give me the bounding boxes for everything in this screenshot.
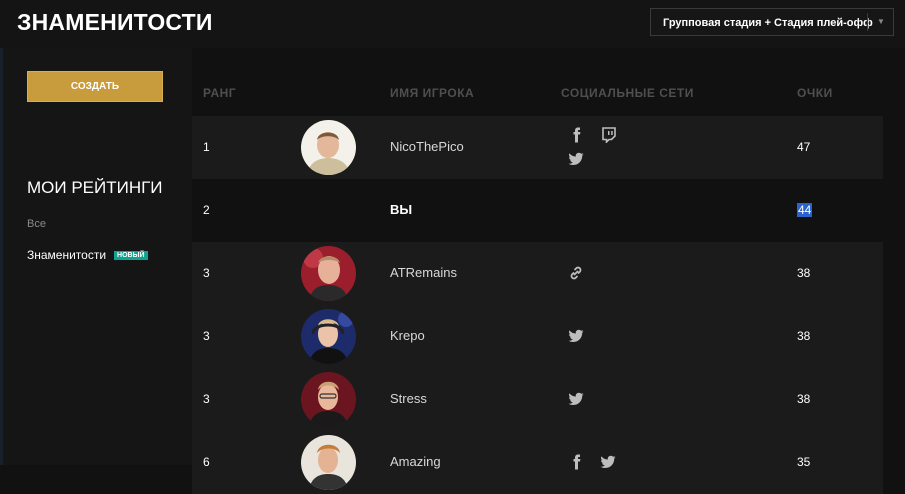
column-header-social: СОЦИАЛЬНЫЕ СЕТИ [561, 86, 694, 100]
avatar[interactable] [301, 435, 356, 490]
column-header-points[interactable]: ОЧКИ [797, 86, 833, 100]
table-row[interactable]: 1 NicoThePico 47 [192, 116, 883, 179]
filter-celebrities[interactable]: Знаменитости НОВЫЙ [27, 248, 148, 262]
points-cell: 38 [797, 392, 811, 406]
player-name[interactable]: Krepo [390, 328, 425, 343]
column-header-player[interactable]: ИМЯ ИГРОКА [390, 86, 474, 100]
twitter-icon[interactable] [568, 328, 584, 344]
table-row[interactable]: 3 Stress 38 [192, 368, 883, 431]
dropdown-divider [867, 13, 868, 31]
points-cell: 44 [797, 203, 813, 217]
twitter-icon[interactable] [568, 151, 584, 167]
avatar[interactable] [301, 372, 356, 427]
table-row[interactable]: 3 Krepo 38 [192, 305, 883, 368]
points-cell: 35 [797, 455, 811, 469]
stage-dropdown[interactable]: Групповая стадия + Стадия плей-офф ▼ [650, 8, 894, 36]
points-cell: 38 [797, 329, 811, 343]
player-name[interactable]: Amazing [390, 454, 441, 469]
table-row-current-user[interactable]: 2 ВЫ 44 [192, 179, 883, 242]
new-badge: НОВЫЙ [114, 251, 148, 260]
twitter-icon[interactable] [600, 454, 616, 470]
points-cell: 47 [797, 140, 811, 154]
rank-cell: 3 [203, 329, 210, 343]
link-icon[interactable] [568, 265, 584, 281]
sidebar: СОЗДАТЬ МОИ РЕЙТИНГИ Все Знаменитости НОВ… [0, 48, 192, 465]
chevron-down-icon[interactable]: ▼ [877, 17, 885, 26]
facebook-icon[interactable] [569, 127, 585, 143]
points-cell: 38 [797, 266, 811, 280]
rank-cell: 2 [203, 203, 210, 217]
avatar[interactable] [301, 246, 356, 301]
rank-cell: 3 [203, 266, 210, 280]
avatar[interactable] [301, 120, 356, 175]
page-title: ЗНАМЕНИТОСТИ [17, 9, 213, 35]
top-bar: ЗНАМЕНИТОСТИ Групповая стадия + Стадия п… [0, 0, 905, 48]
table-row[interactable]: 6 Amazing 35 [192, 431, 883, 494]
twitch-icon[interactable] [601, 127, 617, 143]
my-ratings-heading: МОИ РЕЙТИНГИ [27, 178, 163, 197]
player-name[interactable]: ATRemains [390, 265, 457, 280]
facebook-icon[interactable] [569, 454, 585, 470]
filter-celebrities-label: Знаменитости [27, 248, 107, 262]
table-row[interactable]: 3 ATRemains 38 [192, 242, 883, 305]
player-name[interactable]: NicoThePico [390, 139, 464, 154]
rank-cell: 1 [203, 140, 210, 154]
left-edge-strip [0, 48, 3, 465]
avatar[interactable] [301, 309, 356, 364]
player-name: ВЫ [390, 202, 413, 217]
rank-cell: 6 [203, 455, 210, 469]
twitter-icon[interactable] [568, 391, 584, 407]
column-header-rank[interactable]: РАНГ [203, 86, 236, 100]
leaderboard: РАНГ ИМЯ ИГРОКА СОЦИАЛЬНЫЕ СЕТИ ОЧКИ 1 N… [192, 48, 905, 494]
rank-cell: 3 [203, 392, 210, 406]
stage-dropdown-value: Групповая стадия + Стадия плей-офф [663, 17, 873, 29]
filter-all[interactable]: Все [27, 218, 46, 230]
player-name[interactable]: Stress [390, 391, 427, 406]
create-button[interactable]: СОЗДАТЬ [27, 71, 163, 102]
